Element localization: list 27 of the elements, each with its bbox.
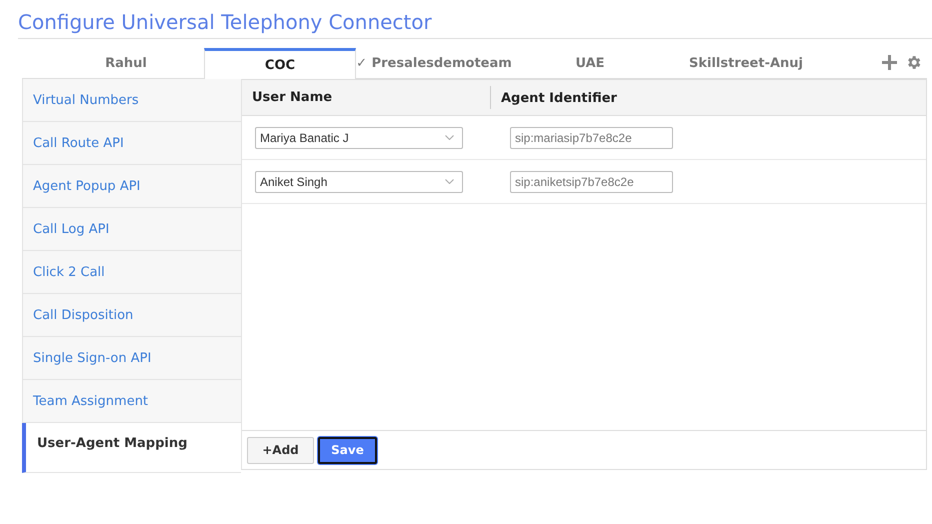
sidebar-item[interactable]: Call Route API xyxy=(22,122,241,165)
chevron-down-icon xyxy=(445,135,454,140)
sidebar-item[interactable]: Virtual Numbers xyxy=(22,79,241,122)
sidebar-item[interactable]: Call Log API xyxy=(22,208,241,251)
add-button[interactable]: +Add xyxy=(247,436,314,464)
page-title: Configure Universal Telephony Connector xyxy=(18,10,433,36)
sidebar-item[interactable]: Single Sign-on API xyxy=(22,337,241,380)
tab[interactable]: UAE xyxy=(512,48,668,78)
sidebar-item[interactable]: Team Assignment xyxy=(22,380,241,423)
tab[interactable]: Rahul xyxy=(48,48,204,78)
chevron-down-icon xyxy=(445,179,454,184)
column-header: Agent Identifier xyxy=(500,90,617,106)
tab[interactable]: Skillstreet-Anuj xyxy=(668,48,824,78)
agent-identifier-field[interactable]: sip:aniketsip7b7e8c2e xyxy=(510,170,673,192)
plus-icon[interactable] xyxy=(882,55,897,70)
tab[interactable]: ✓ Presalesdemoteam xyxy=(356,48,512,78)
sidebar-item[interactable]: Click 2 Call xyxy=(22,251,241,294)
agent-identifier-field[interactable]: sip:mariasip7b7e8c2e xyxy=(510,126,673,148)
sidebar-item[interactable]: User-Agent Mapping xyxy=(22,423,241,473)
save-button[interactable]: Save xyxy=(318,436,377,464)
column-header: User Name xyxy=(251,90,332,105)
tab[interactable]: COC xyxy=(204,48,356,79)
user-select[interactable]: Mariya Banatic J xyxy=(255,126,463,148)
sidebar-item[interactable]: Call Disposition xyxy=(22,294,241,337)
user-select[interactable]: Aniket Singh xyxy=(255,170,463,192)
sidebar-item[interactable]: Agent Popup API xyxy=(22,165,241,208)
settings-icon[interactable] xyxy=(905,54,922,71)
